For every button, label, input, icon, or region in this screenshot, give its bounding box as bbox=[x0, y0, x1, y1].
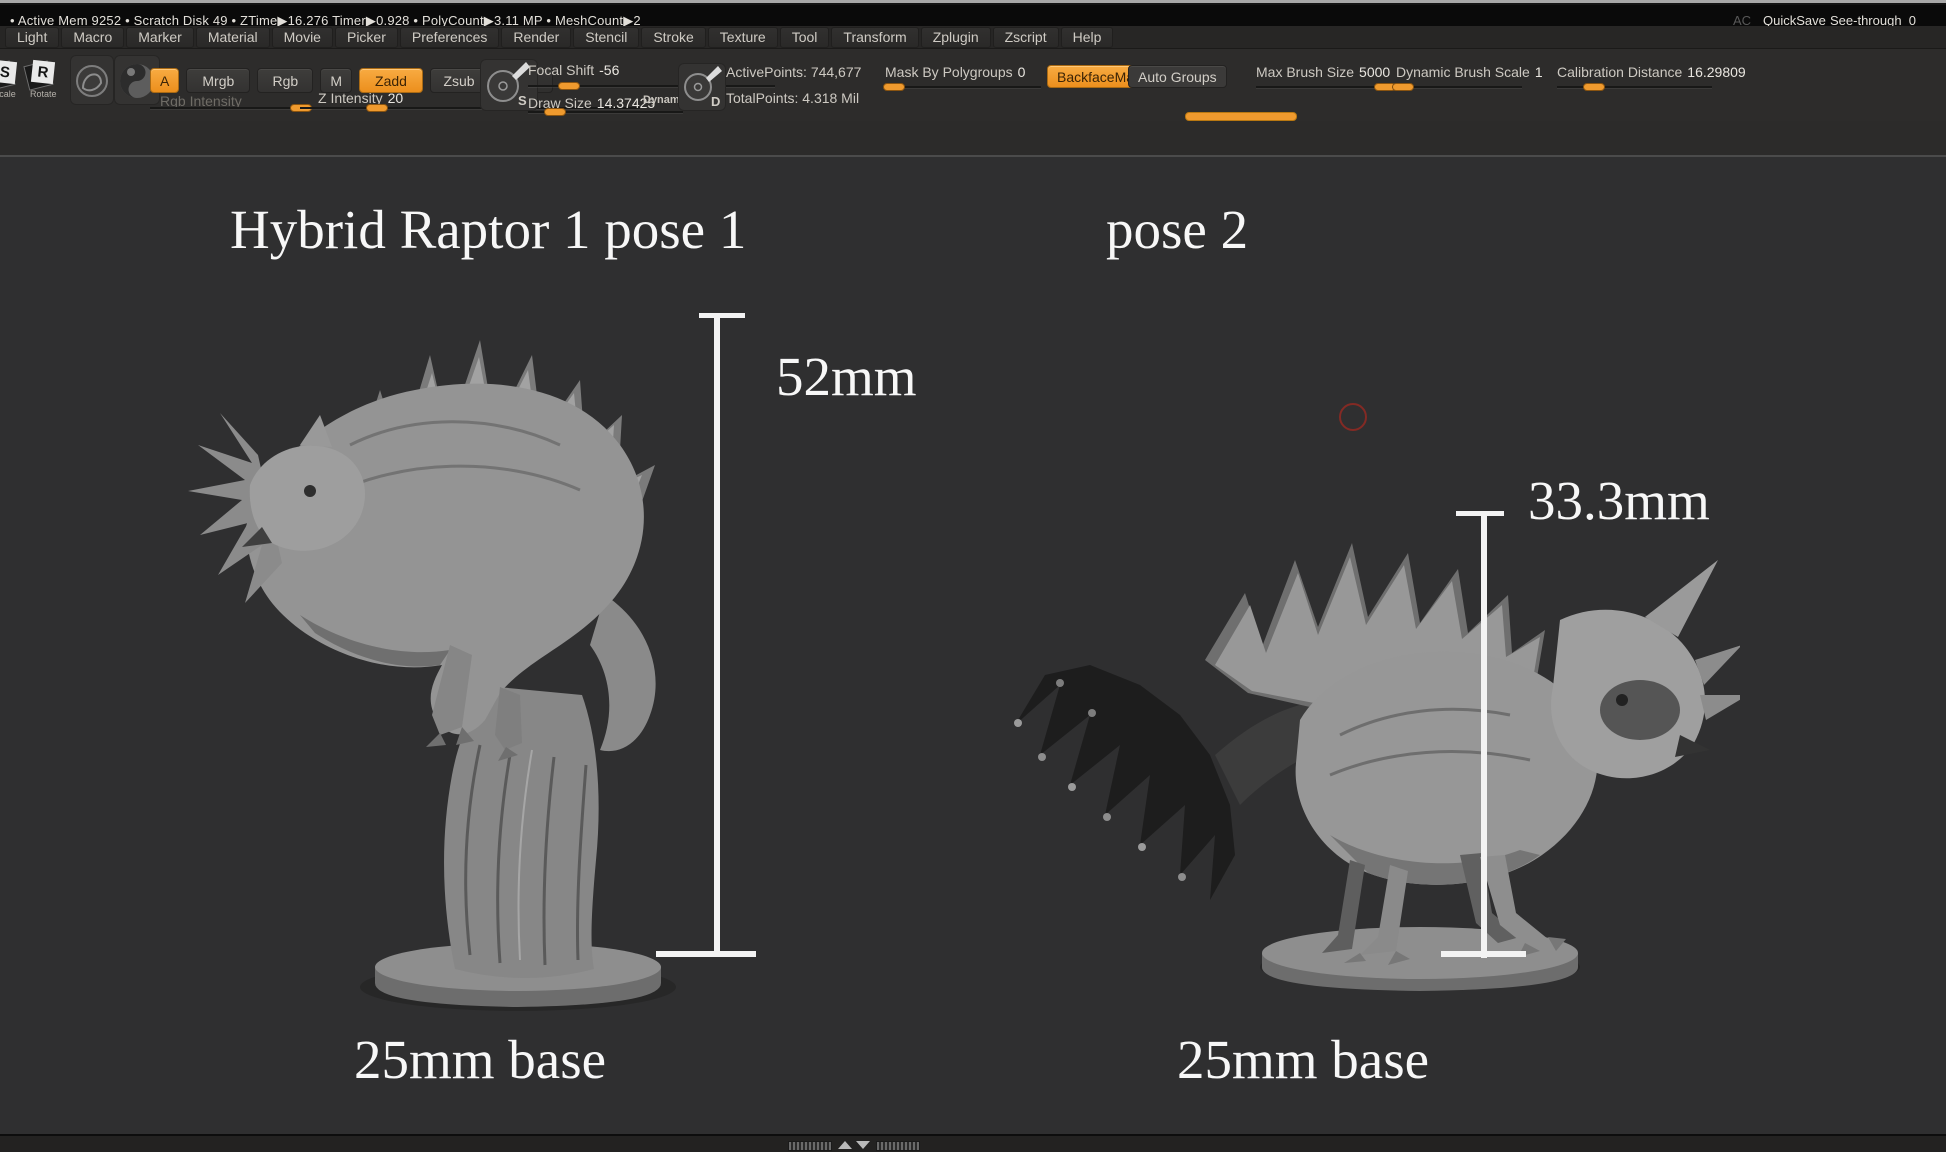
brush-icon-d: D bbox=[678, 63, 726, 111]
active-points-readout: ActivePoints: 744,677 bbox=[726, 64, 861, 80]
annotation-title-left: Hybrid Raptor 1 pose 1 bbox=[230, 198, 746, 261]
brush-cursor bbox=[1339, 403, 1367, 431]
model-left-raptor-pose1 bbox=[150, 295, 720, 1025]
brush-selector-d[interactable]: D bbox=[678, 63, 726, 111]
rotate-mode-button[interactable]: R Rotate bbox=[30, 61, 57, 99]
dynamic-brush-scale-slider[interactable] bbox=[1392, 86, 1522, 88]
bottom-tray bbox=[0, 1134, 1946, 1152]
bottom-tray-grip-left[interactable] bbox=[788, 1141, 832, 1151]
calibration-distance-label: Calibration Distance16.29809 bbox=[1557, 64, 1746, 80]
menu-help[interactable]: Help bbox=[1061, 27, 1114, 48]
menu-picker[interactable]: Picker bbox=[335, 27, 398, 48]
menu-stencil[interactable]: Stencil bbox=[573, 27, 639, 48]
focal-shift-label: Focal Shift-56 bbox=[528, 62, 619, 78]
rgb-button[interactable]: Rgb bbox=[257, 68, 313, 93]
calibration-distance-handle[interactable] bbox=[1583, 83, 1605, 91]
menu-light[interactable]: Light bbox=[5, 27, 59, 48]
max-brush-size-slider[interactable] bbox=[1256, 86, 1390, 88]
rgb-intensity-slider[interactable] bbox=[150, 107, 312, 109]
measure-line-right-vertical bbox=[1481, 515, 1487, 958]
bottom-tray-grip-right[interactable] bbox=[876, 1141, 920, 1151]
svg-text:S: S bbox=[518, 93, 527, 108]
menu-stroke[interactable]: Stroke bbox=[641, 27, 705, 48]
measure-line-right-top-tick bbox=[1456, 511, 1504, 516]
menu-render[interactable]: Render bbox=[501, 27, 571, 48]
auto-groups-button[interactable]: Auto Groups bbox=[1128, 65, 1227, 88]
menu-zplugin[interactable]: Zplugin bbox=[921, 27, 991, 48]
measure-line-left-top-tick bbox=[699, 313, 745, 318]
menu-bar: Light Macro Marker Material Movie Picker… bbox=[0, 26, 1946, 49]
annotation-base-right: 25mm base bbox=[1177, 1028, 1429, 1091]
calibration-distance-slider[interactable] bbox=[1557, 86, 1712, 88]
model-right-raptor-pose2 bbox=[1000, 505, 1740, 1010]
annotation-title-right: pose 2 bbox=[1106, 198, 1248, 261]
focal-shift-handle[interactable] bbox=[558, 82, 580, 90]
menu-movie[interactable]: Movie bbox=[272, 27, 333, 48]
rotate-icon: R bbox=[30, 61, 55, 86]
measure-line-left-vertical bbox=[714, 317, 720, 956]
mrgb-button[interactable]: Mrgb bbox=[186, 68, 250, 93]
menu-tool[interactable]: Tool bbox=[780, 27, 830, 48]
menu-macro[interactable]: Macro bbox=[61, 27, 124, 48]
status-bar: • Active Mem 9252 • Scratch Disk 49 • ZT… bbox=[0, 5, 1946, 26]
draw-size-slider[interactable] bbox=[528, 111, 683, 113]
menu-preferences[interactable]: Preferences bbox=[400, 27, 499, 48]
menu-zscript[interactable]: Zscript bbox=[993, 27, 1059, 48]
mask-by-polygroups-label: Mask By Polygroups0 bbox=[885, 64, 1025, 80]
anchor-button[interactable]: A bbox=[150, 68, 179, 93]
total-points-readout: TotalPoints: 4.318 Mil bbox=[726, 90, 859, 106]
stroke-picker[interactable] bbox=[70, 55, 114, 105]
max-brush-size-label: Max Brush Size5000 bbox=[1256, 64, 1390, 80]
tray-arrow-down-icon[interactable] bbox=[856, 1141, 870, 1149]
measure-line-right-bottom-tick bbox=[1441, 951, 1526, 957]
tray-arrow-up-icon[interactable] bbox=[838, 1141, 852, 1149]
menu-material[interactable]: Material bbox=[196, 27, 270, 48]
draw-size-handle[interactable] bbox=[544, 108, 566, 116]
tray-divider-handle[interactable] bbox=[1185, 112, 1297, 121]
menu-texture[interactable]: Texture bbox=[708, 27, 778, 48]
mask-by-polygroups-slider[interactable] bbox=[883, 86, 1041, 88]
stroke-icon bbox=[70, 55, 114, 105]
dynamic-brush-scale-label: Dynamic Brush Scale1 bbox=[1396, 64, 1543, 80]
focal-shift-slider[interactable] bbox=[528, 85, 775, 87]
shelf-gap bbox=[0, 121, 1946, 155]
scale-icon: S bbox=[0, 61, 17, 86]
measure-line-left-bottom-tick bbox=[656, 951, 756, 957]
annotation-height-right: 33.3mm bbox=[1528, 469, 1710, 532]
top-shelf-toolbar: S Scale R Rotate A Mrgb Rgb M Zadd Zsub … bbox=[0, 49, 1946, 123]
svg-text:D: D bbox=[711, 94, 720, 109]
menu-transform[interactable]: Transform bbox=[831, 27, 918, 48]
scale-mode-button[interactable]: S Scale bbox=[0, 61, 17, 99]
mask-by-polygroups-handle[interactable] bbox=[883, 83, 905, 91]
dynamic-brush-scale-handle[interactable] bbox=[1392, 83, 1414, 91]
annotation-base-left: 25mm base bbox=[354, 1028, 606, 1091]
menu-marker[interactable]: Marker bbox=[126, 27, 194, 48]
z-intensity-handle[interactable] bbox=[366, 104, 388, 112]
annotation-height-left: 52mm bbox=[776, 345, 917, 408]
z-intensity-label: Z Intensity20 bbox=[318, 90, 403, 106]
